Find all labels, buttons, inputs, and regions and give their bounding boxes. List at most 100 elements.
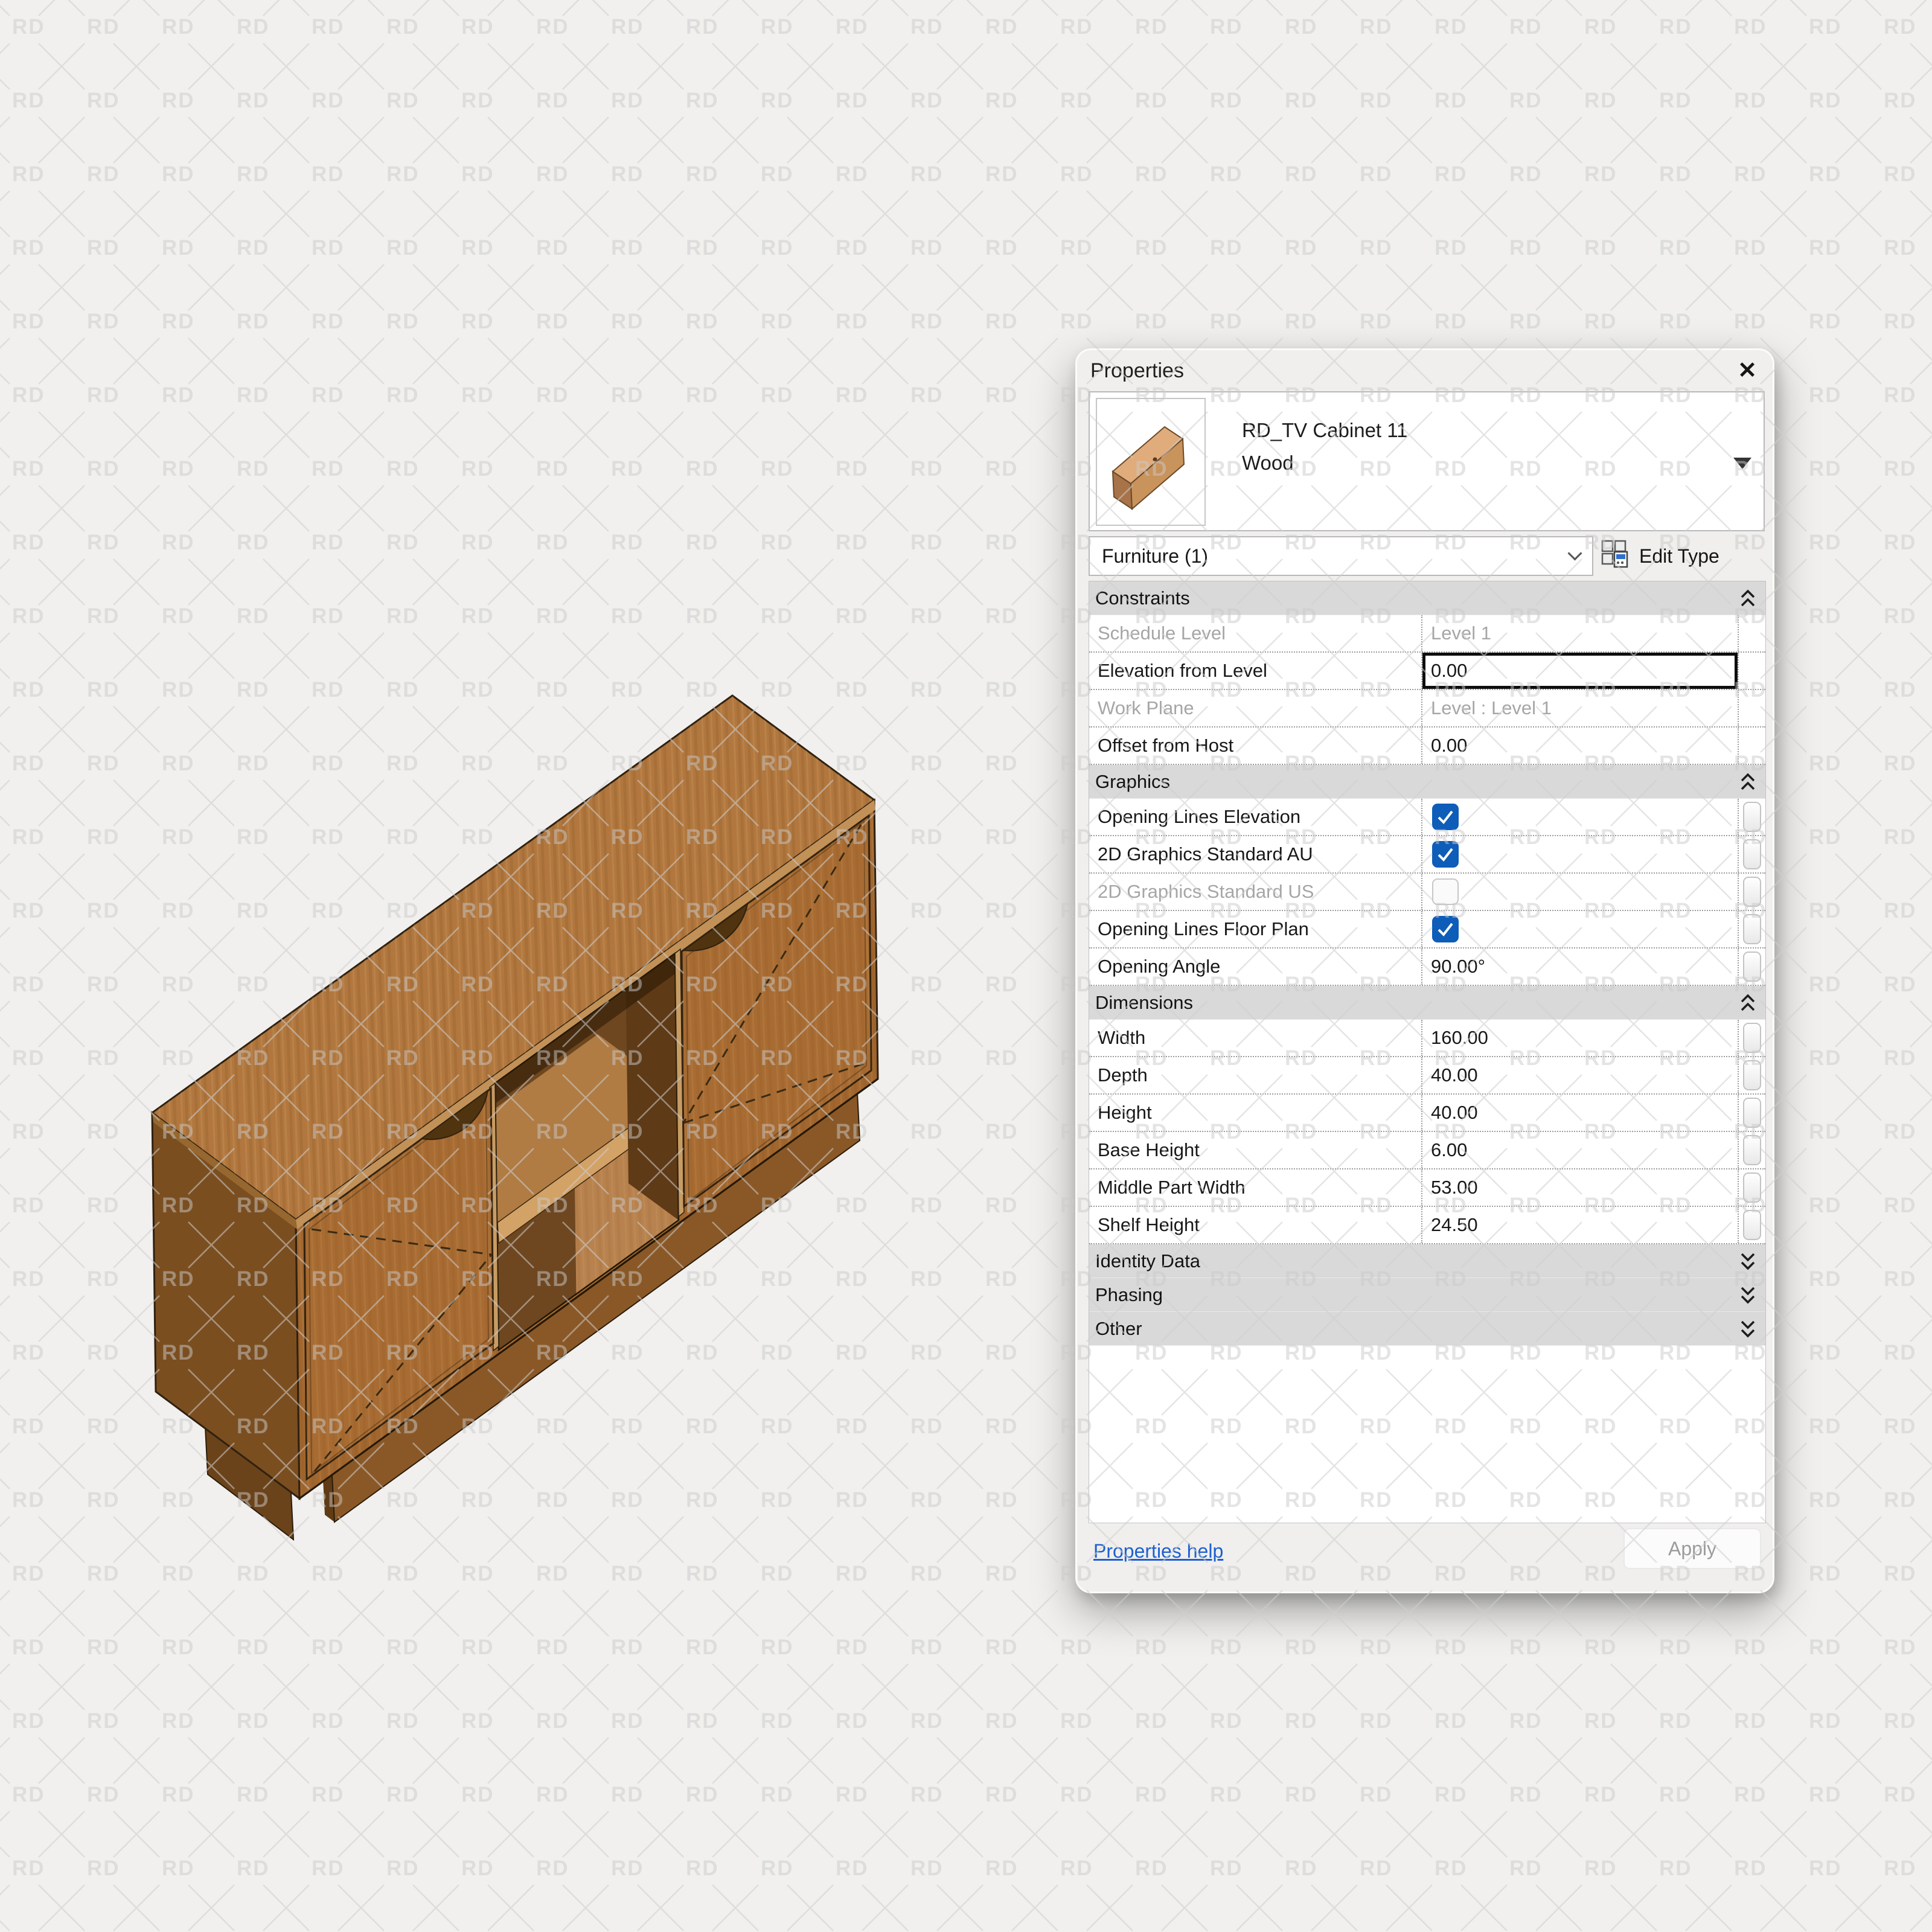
property-label: Elevation from Level (1089, 653, 1421, 689)
row-side-cell (1738, 615, 1765, 651)
property-row: Opening Lines Floor Plan (1089, 911, 1765, 948)
properties-grid: Constraints Schedule LevelLevel 1Elevatio… (1089, 581, 1766, 1523)
chevron-down-icon (1567, 546, 1582, 560)
expand-section-icon[interactable] (1740, 1285, 1756, 1305)
expand-section-icon[interactable] (1740, 1252, 1756, 1271)
panel-title: Properties (1090, 359, 1184, 383)
edit-type-icon (1601, 539, 1630, 573)
associate-parameter-button[interactable] (1743, 952, 1761, 982)
property-row: Offset from Host0.00 (1089, 728, 1765, 765)
panel-titlebar: Properties ✕ (1077, 350, 1773, 391)
property-label: Opening Lines Floor Plan (1089, 911, 1421, 947)
property-label: Opening Lines Elevation (1089, 799, 1421, 835)
property-label: Height (1089, 1095, 1421, 1131)
apply-button[interactable]: Apply (1623, 1528, 1761, 1569)
section-title: Graphics (1095, 771, 1170, 793)
property-value[interactable]: 90.00° (1421, 948, 1738, 985)
cabinet-3d-view[interactable] (133, 676, 918, 1618)
property-checkbox-cell (1421, 836, 1738, 872)
associate-parameter-button[interactable] (1743, 802, 1761, 832)
property-value[interactable]: 0.00 (1421, 728, 1738, 764)
property-label: Width (1089, 1020, 1421, 1056)
row-side-cell (1738, 1132, 1765, 1168)
property-label: Middle Part Width (1089, 1169, 1421, 1206)
property-label: Offset from Host (1089, 728, 1421, 764)
checkbox-checked[interactable] (1432, 841, 1459, 868)
associate-parameter-button[interactable] (1743, 914, 1761, 944)
associate-parameter-button[interactable] (1743, 1210, 1761, 1240)
panel-footer: Properties help Apply (1077, 1520, 1773, 1591)
checkbox-checked[interactable] (1432, 804, 1459, 830)
property-label: Schedule Level (1089, 615, 1421, 651)
property-value[interactable]: 24.50 (1421, 1207, 1738, 1243)
property-checkbox-cell (1421, 911, 1738, 947)
property-row: Middle Part Width53.00 (1089, 1169, 1765, 1207)
row-side-cell (1738, 911, 1765, 947)
section-title: Phasing (1095, 1284, 1163, 1306)
expand-section-icon[interactable] (1740, 1319, 1756, 1339)
row-side-cell (1738, 690, 1765, 726)
property-value[interactable]: 53.00 (1421, 1169, 1738, 1206)
checkbox-checked[interactable] (1432, 916, 1459, 942)
property-value[interactable]: 40.00 (1421, 1057, 1738, 1093)
property-checkbox-cell (1421, 799, 1738, 835)
property-label: 2D Graphics Standard US (1089, 874, 1421, 910)
section-header[interactable]: Graphics (1089, 765, 1765, 799)
associate-parameter-button[interactable] (1743, 1135, 1761, 1165)
type-thumbnail (1096, 398, 1206, 526)
property-row: Opening Angle90.00° (1089, 948, 1765, 986)
category-select-value: Furniture (1) (1102, 545, 1208, 568)
collapse-section-icon[interactable] (1740, 993, 1756, 1012)
row-side-cell (1738, 799, 1765, 835)
associate-parameter-button[interactable] (1743, 1060, 1761, 1090)
property-label: Work Plane (1089, 690, 1421, 726)
section-title: Identity Data (1095, 1250, 1200, 1272)
close-icon[interactable]: ✕ (1738, 359, 1757, 382)
property-value[interactable]: 160.00 (1421, 1020, 1738, 1056)
selector-row: Furniture (1) Edit Type (1089, 536, 1765, 577)
property-row: Depth40.00 (1089, 1057, 1765, 1095)
section-header[interactable]: Identity Data (1089, 1244, 1765, 1278)
property-value[interactable]: 40.00 (1421, 1095, 1738, 1131)
property-value: Level 1 (1421, 615, 1738, 651)
type-type-name: Wood (1242, 447, 1408, 479)
associate-parameter-button[interactable] (1743, 839, 1761, 869)
collapse-section-icon[interactable] (1740, 589, 1756, 608)
property-label: Base Height (1089, 1132, 1421, 1168)
associate-parameter-button[interactable] (1743, 1172, 1761, 1203)
property-row: Shelf Height24.50 (1089, 1207, 1765, 1244)
associate-parameter-button[interactable] (1743, 877, 1761, 907)
row-side-cell (1738, 1169, 1765, 1206)
collapse-section-icon[interactable] (1740, 772, 1756, 792)
edit-type-button[interactable]: Edit Type (1601, 536, 1765, 576)
property-value[interactable]: 6.00 (1421, 1132, 1738, 1168)
section-header[interactable]: Constraints (1089, 581, 1765, 615)
associate-parameter-button[interactable] (1743, 1098, 1761, 1128)
property-label: Opening Angle (1089, 948, 1421, 985)
property-row: 2D Graphics Standard AU (1089, 836, 1765, 874)
type-dropdown-icon[interactable] (1733, 458, 1751, 469)
row-side-cell (1738, 728, 1765, 764)
properties-help-link[interactable]: Properties help (1093, 1540, 1223, 1563)
section-header[interactable]: Phasing (1089, 1278, 1765, 1312)
tv-cabinet-illustration (133, 676, 918, 1618)
type-family-name: RD_TV Cabinet 11 (1242, 414, 1408, 447)
property-row: Work PlaneLevel : Level 1 (1089, 690, 1765, 728)
row-side-cell (1738, 653, 1765, 689)
section-title: Other (1095, 1318, 1142, 1340)
type-selector[interactable]: RD_TV Cabinet 11 Wood (1089, 391, 1765, 531)
section-header[interactable]: Dimensions (1089, 986, 1765, 1020)
type-names: RD_TV Cabinet 11 Wood (1242, 414, 1408, 479)
checkbox-unchecked[interactable] (1432, 878, 1459, 905)
row-side-cell (1738, 1057, 1765, 1093)
property-row: Base Height6.00 (1089, 1132, 1765, 1169)
associate-parameter-button[interactable] (1743, 1023, 1761, 1053)
property-row: 2D Graphics Standard US (1089, 874, 1765, 911)
section-title: Constraints (1095, 587, 1190, 609)
property-label: 2D Graphics Standard AU (1089, 836, 1421, 872)
category-select[interactable]: Furniture (1) (1089, 536, 1593, 576)
property-label: Depth (1089, 1057, 1421, 1093)
property-row: Elevation from Level0.00 (1089, 653, 1765, 690)
property-value[interactable]: 0.00 (1421, 653, 1738, 689)
section-header[interactable]: Other (1089, 1312, 1765, 1346)
